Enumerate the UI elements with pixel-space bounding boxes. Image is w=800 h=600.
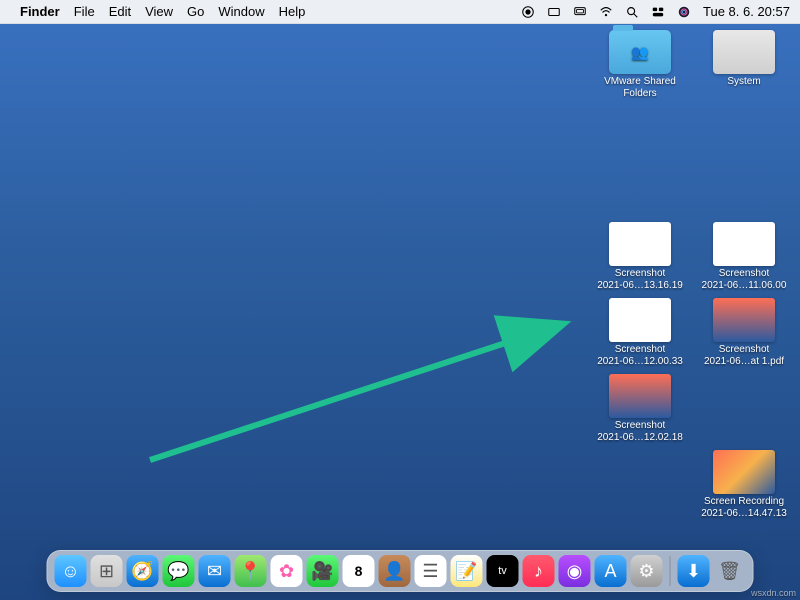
- dock-trash[interactable]: 🗑: [714, 555, 746, 587]
- screen-recording-icon[interactable]: [521, 5, 535, 19]
- menu-view[interactable]: View: [145, 4, 173, 19]
- desktop-file-screenshot-pdf[interactable]: Screenshot 2021-06…at 1.pdf: [696, 298, 792, 368]
- desktop-drive-system[interactable]: System: [696, 30, 792, 100]
- keyboard-input-icon[interactable]: [547, 5, 561, 19]
- dock-reminders[interactable]: ☰: [415, 555, 447, 587]
- menubar: Finder File Edit View Go Window Help Tue…: [0, 0, 800, 24]
- menu-go[interactable]: Go: [187, 4, 204, 19]
- dock-finder[interactable]: ☺: [55, 555, 87, 587]
- dock-mail[interactable]: ✉: [199, 555, 231, 587]
- spotlight-icon[interactable]: [625, 5, 639, 19]
- desktop-file-screenshot-4[interactable]: Screenshot 2021-06…12.02.18: [592, 374, 688, 444]
- dock-podcasts[interactable]: ◉: [559, 555, 591, 587]
- folder-icon: 👥: [609, 30, 671, 74]
- control-center-icon[interactable]: [651, 5, 665, 19]
- desktop-file-screenshot-2[interactable]: Screenshot 2021-06…11.06.00: [696, 222, 792, 292]
- watermark: wsxdn.com: [751, 588, 796, 598]
- desktop-file-recording[interactable]: Screen Recording 2021-06…14.47.13: [696, 450, 792, 520]
- menubar-clock[interactable]: Tue 8. 6. 20:57: [703, 4, 790, 19]
- desktop-icons-area: 👥 VMware Shared Folders System Screensho…: [592, 30, 792, 520]
- dock-launchpad[interactable]: ⊞: [91, 555, 123, 587]
- menu-edit[interactable]: Edit: [109, 4, 131, 19]
- desktop-file-screenshot-1[interactable]: Screenshot 2021-06…13.16.19: [592, 222, 688, 292]
- dock-settings[interactable]: ⚙: [631, 555, 663, 587]
- dock-downloads[interactable]: ⬇: [678, 555, 710, 587]
- menu-help[interactable]: Help: [279, 4, 306, 19]
- wifi-icon[interactable]: [599, 5, 613, 19]
- desktop-file-screenshot-3[interactable]: Screenshot 2021-06…12.00.33: [592, 298, 688, 368]
- desktop-folder-vmware[interactable]: 👥 VMware Shared Folders: [592, 30, 688, 100]
- dock-contacts[interactable]: 👤: [379, 555, 411, 587]
- menu-window[interactable]: Window: [218, 4, 264, 19]
- image-file-icon: [609, 222, 671, 266]
- screen-mirroring-icon[interactable]: [573, 5, 587, 19]
- image-file-icon: [713, 222, 775, 266]
- menubar-app-name[interactable]: Finder: [20, 4, 60, 19]
- menu-file[interactable]: File: [74, 4, 95, 19]
- dock-calendar[interactable]: 8: [343, 555, 375, 587]
- dock-notes[interactable]: 📝: [451, 555, 483, 587]
- siri-icon[interactable]: [677, 5, 691, 19]
- dock-maps[interactable]: 📍: [235, 555, 267, 587]
- dock-tv[interactable]: tv: [487, 555, 519, 587]
- dock: ☺ ⊞ 🧭 💬 ✉ 📍 ✿ 🎥 8 👤 ☰ 📝 tv ♪ ◉ A ⚙ ⬇ 🗑: [47, 550, 754, 592]
- image-file-icon: [713, 298, 775, 342]
- dock-music[interactable]: ♪: [523, 555, 555, 587]
- dock-facetime[interactable]: 🎥: [307, 555, 339, 587]
- dock-safari[interactable]: 🧭: [127, 555, 159, 587]
- dock-appstore[interactable]: A: [595, 555, 627, 587]
- drive-icon: [713, 30, 775, 74]
- video-file-icon: [713, 450, 775, 494]
- dock-separator: [670, 556, 671, 586]
- dock-photos[interactable]: ✿: [271, 555, 303, 587]
- dock-messages[interactable]: 💬: [163, 555, 195, 587]
- image-file-icon: [609, 374, 671, 418]
- image-file-icon: [609, 298, 671, 342]
